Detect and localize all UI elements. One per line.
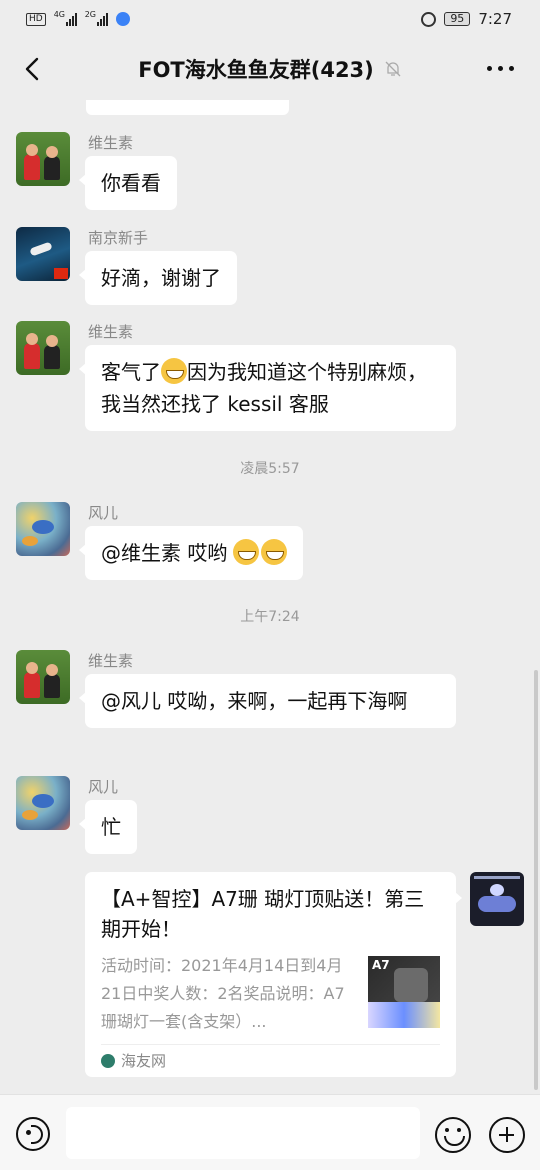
avatar[interactable] bbox=[16, 502, 70, 556]
plus-icon[interactable] bbox=[489, 1117, 525, 1153]
more-options-icon[interactable] bbox=[487, 66, 514, 71]
timestamp: 凌晨5:57 bbox=[240, 461, 300, 477]
source-logo-icon bbox=[101, 1053, 115, 1068]
emoji-icon[interactable] bbox=[435, 1117, 471, 1153]
message-bubble[interactable]: @维生素 哎哟 bbox=[78, 526, 304, 580]
hd-badge: HD bbox=[26, 12, 46, 26]
sender-name: 风儿 bbox=[88, 778, 119, 796]
status-bar: HD 4G 2G 95 7:27 bbox=[0, 0, 540, 38]
avatar[interactable] bbox=[16, 227, 70, 281]
link-card[interactable]: 【A+智控】A7珊 瑚灯顶贴送！第三期开始！ 活动时间：2021年4月14日到4… bbox=[85, 872, 462, 1077]
sender-name: 南京新手 bbox=[88, 229, 149, 247]
message-bubble[interactable]: 好滴，谢谢了 bbox=[79, 251, 237, 305]
message-text: @维生素 哎哟 bbox=[101, 541, 228, 565]
scrollbar[interactable] bbox=[534, 670, 538, 1090]
input-bar bbox=[0, 1094, 540, 1170]
signal-2g-icon: 2G bbox=[85, 10, 108, 26]
divider bbox=[101, 1044, 440, 1045]
link-card-thumbnail: A7 bbox=[368, 956, 440, 1028]
avatar[interactable] bbox=[16, 132, 70, 186]
grinning-face-icon bbox=[161, 358, 187, 384]
clock: 7:27 bbox=[478, 10, 512, 28]
back-arrow-icon[interactable] bbox=[20, 56, 46, 82]
message-bubble[interactable]: 你看看 bbox=[79, 156, 177, 210]
laughing-tears-face-icon bbox=[233, 539, 260, 565]
chat-header: FOT海水鱼鱼友群(423) bbox=[0, 38, 540, 100]
covering-mouth-face-icon bbox=[261, 539, 288, 565]
sender-name: 维生素 bbox=[88, 652, 134, 670]
self-avatar[interactable] bbox=[470, 872, 524, 926]
sender-name: 风儿 bbox=[88, 504, 119, 522]
avatar[interactable] bbox=[16, 321, 70, 375]
alarm-icon bbox=[421, 11, 437, 27]
sender-name: 维生素 bbox=[88, 134, 134, 152]
battery-icon: 95 bbox=[444, 12, 471, 26]
timestamp: 上午7:24 bbox=[240, 609, 300, 625]
thumbnail-label: A7 bbox=[372, 958, 390, 972]
message-list[interactable]: 维生素 你看看 南京新手 好滴，谢谢了 维生素 客气了 因为我知道这个特别麻烦，我… bbox=[0, 100, 540, 1094]
status-bar-left: HD 4G 2G bbox=[26, 10, 130, 26]
message-bubble[interactable]: 客气了 因为我知道这个特别麻烦，我当然还找了 kessil 客服 bbox=[79, 345, 456, 431]
link-card-description: 活动时间：2021年4月14日到4月21日中奖人数：2名奖品说明：A7珊瑚灯一套… bbox=[101, 956, 345, 1031]
link-card-source: 海友网 bbox=[101, 1050, 166, 1071]
status-bar-right: 95 7:27 bbox=[421, 10, 512, 28]
link-card-title: 【A+智控】A7珊 瑚灯顶贴送！第三期开始！ bbox=[101, 887, 425, 941]
source-name: 海友网 bbox=[121, 1052, 167, 1070]
sender-name: 维生素 bbox=[88, 323, 134, 341]
app-notification-icon bbox=[115, 12, 130, 26]
message-bubble[interactable]: @风儿 哎呦，来啊，一起再下海啊 bbox=[79, 674, 456, 728]
avatar[interactable] bbox=[16, 650, 70, 704]
chat-title: FOT海水鱼鱼友群(423) bbox=[138, 58, 374, 82]
message-text: 客气了 bbox=[101, 360, 161, 384]
message-bubble[interactable]: 忙 bbox=[79, 800, 137, 854]
avatar[interactable] bbox=[16, 776, 70, 830]
signal-4g-icon: 4G bbox=[54, 10, 77, 26]
previous-message-bubble bbox=[86, 100, 289, 115]
message-input[interactable] bbox=[66, 1107, 420, 1159]
voice-input-icon[interactable] bbox=[16, 1117, 50, 1151]
mute-bell-icon bbox=[385, 61, 401, 77]
